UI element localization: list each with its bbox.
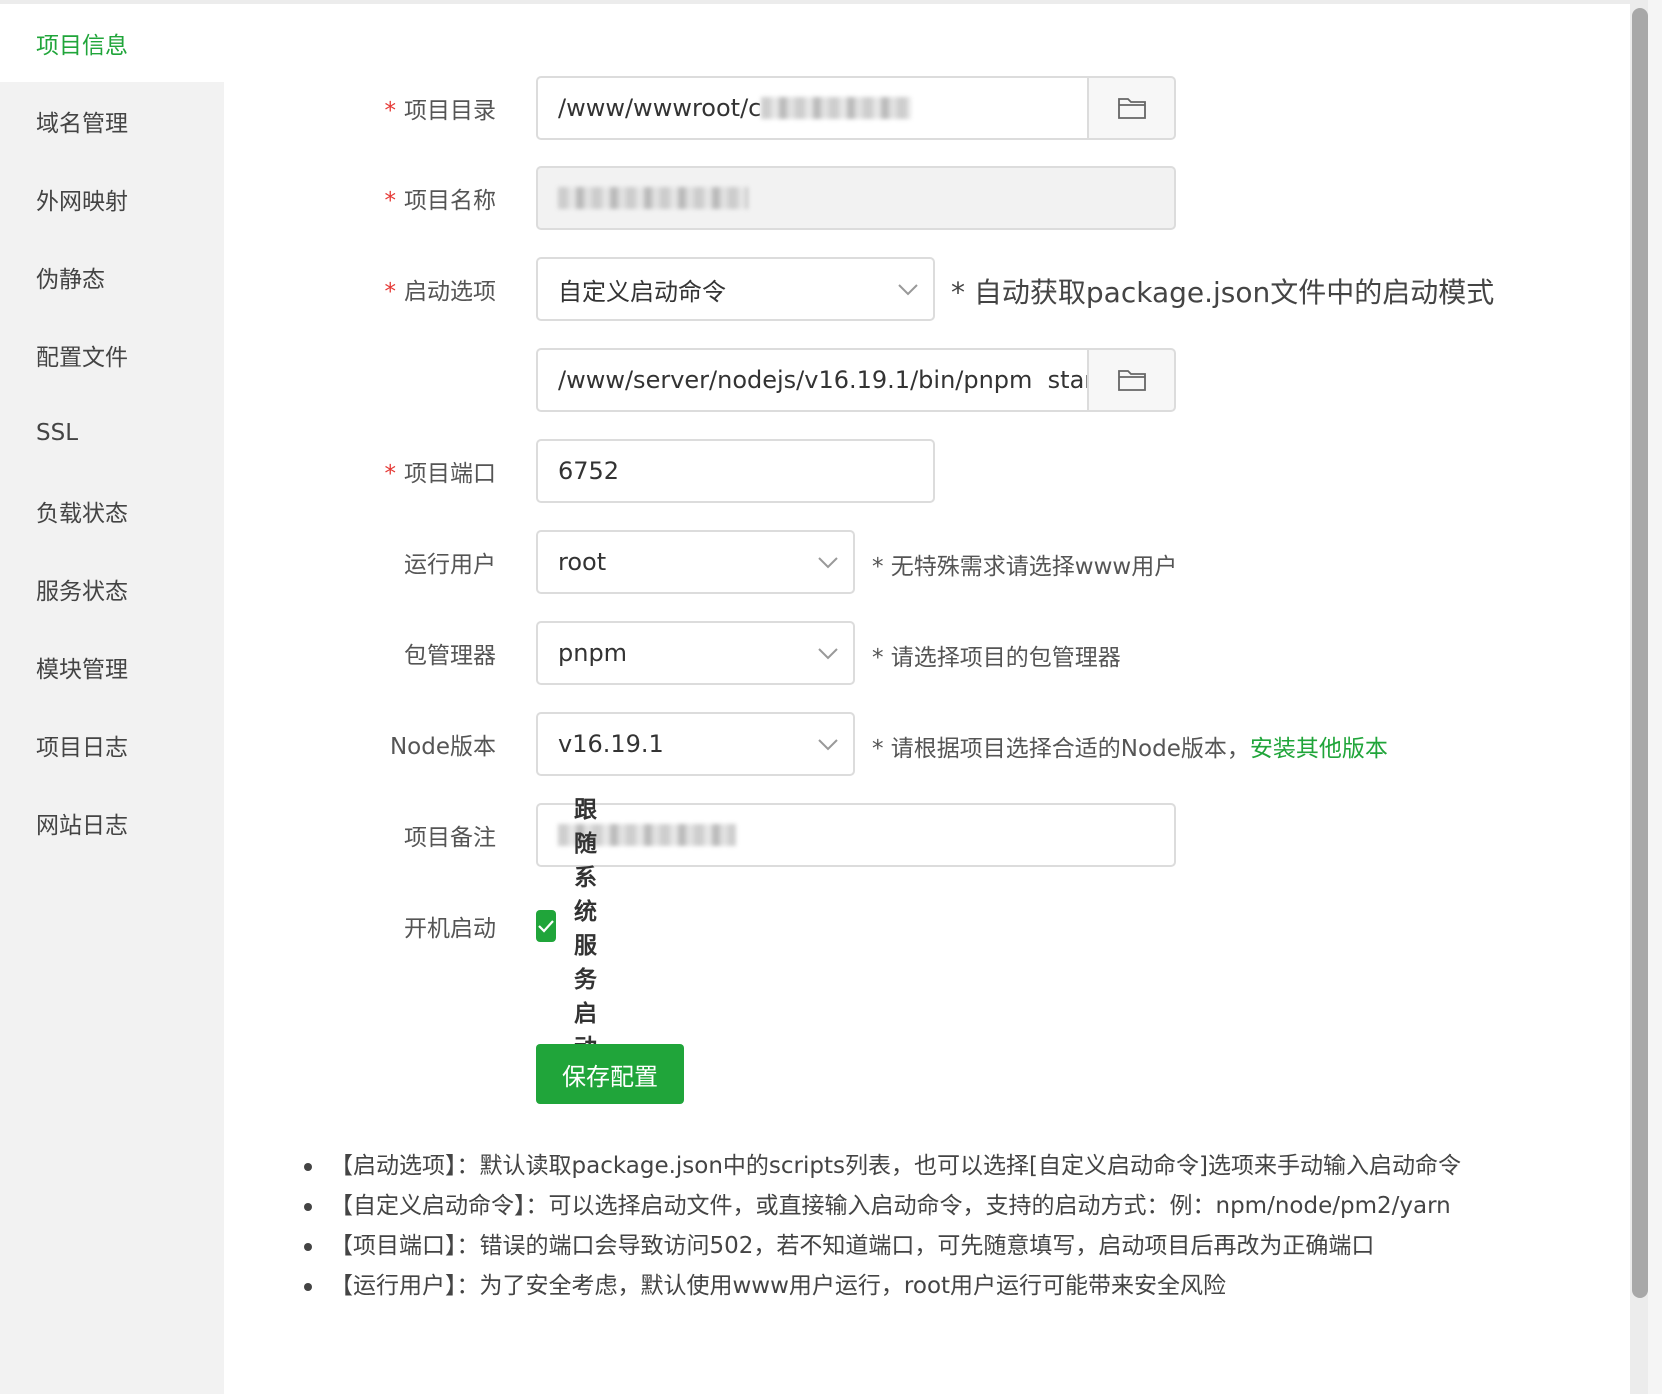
install-other-version-link[interactable]: 安装其他版本 [1250, 736, 1388, 762]
note-item: 【自定义启动命令】：可以选择启动文件，或直接输入启动命令，支持的启动方式：例：n… [304, 1186, 1461, 1226]
project-name-label: * 项目名称 [384, 188, 497, 214]
project-name-input[interactable] [536, 166, 1176, 230]
chevron-down-icon [898, 284, 918, 296]
chevron-down-icon [818, 557, 838, 569]
required-mark: * [384, 188, 397, 214]
start-command-input[interactable]: /www/server/nodejs/v16.19.1/bin/pnpm sta… [536, 348, 1089, 412]
required-mark: * [384, 279, 397, 305]
start-command-browse-button[interactable] [1089, 348, 1176, 412]
sidebar-item-project-info[interactable]: 项目信息 [0, 4, 224, 82]
sidebar-item-config-file[interactable]: 配置文件 [0, 316, 224, 394]
remark-input[interactable] [536, 803, 1176, 867]
start-option-hint: * 自动获取package.json文件中的启动模式 [951, 276, 1495, 309]
run-user-hint: * 无特殊需求请选择www用户 [872, 554, 1178, 580]
chevron-down-icon [818, 739, 838, 751]
sidebar-item-modules[interactable]: 模块管理 [0, 628, 224, 706]
node-version-hint: * 请根据项目选择合适的Node版本，安装其他版本 [872, 736, 1388, 762]
required-mark: * [384, 98, 397, 124]
project-dir-input[interactable]: /www/wwwroot/c [536, 76, 1089, 140]
sidebar: 项目信息 域名管理 外网映射 伪静态 配置文件 SSL 负载状态 服务状态 模块… [0, 4, 224, 1394]
chevron-down-icon [818, 648, 838, 660]
node-version-label: Node版本 [389, 734, 496, 760]
sidebar-item-domain[interactable]: 域名管理 [0, 82, 224, 160]
sidebar-item-site-log[interactable]: 网站日志 [0, 784, 224, 862]
port-input[interactable]: 6752 [536, 439, 935, 503]
package-manager-hint: * 请选择项目的包管理器 [872, 645, 1121, 671]
folder-icon [1117, 370, 1146, 391]
start-option-select[interactable]: 自定义启动命令 [536, 257, 935, 321]
project-dir-group: /www/wwwroot/c [536, 76, 1176, 140]
start-option-label: * 启动选项 [384, 279, 497, 305]
required-mark: * [384, 461, 397, 487]
start-command-group: /www/server/nodejs/v16.19.1/bin/pnpm sta… [536, 348, 1176, 412]
remark-label: 项目备注 [404, 825, 496, 851]
node-version-select[interactable]: v16.19.1 [536, 712, 855, 776]
sidebar-item-rewrite[interactable]: 伪静态 [0, 238, 224, 316]
redacted-blur [761, 97, 912, 119]
sidebar-item-ssl[interactable]: SSL [0, 394, 224, 472]
background-window-edge [1648, 0, 1662, 1394]
package-manager-select[interactable]: pnpm [536, 621, 855, 685]
autostart-checkbox[interactable] [536, 910, 556, 942]
note-item: 【运行用户】：为了安全考虑，默认使用www用户运行，root用户运行可能带来安全… [304, 1266, 1461, 1306]
autostart-control: 跟随系统服务启动 [536, 797, 609, 1061]
port-label: * 项目端口 [384, 461, 497, 487]
redacted-blur [558, 187, 748, 209]
package-manager-label: 包管理器 [404, 643, 496, 669]
sidebar-item-project-log[interactable]: 项目日志 [0, 706, 224, 784]
project-dir-label: * 项目目录 [384, 98, 497, 124]
autostart-checkbox-label[interactable]: 跟随系统服务启动 [574, 790, 609, 1062]
run-user-label: 运行用户 [404, 552, 496, 578]
help-notes: 【启动选项】：默认读取package.json中的scripts列表，也可以选择… [304, 1146, 1461, 1306]
save-config-button[interactable]: 保存配置 [536, 1044, 684, 1104]
sidebar-item-external-mapping[interactable]: 外网映射 [0, 160, 224, 238]
sidebar-item-load-status[interactable]: 负载状态 [0, 472, 224, 550]
note-item: 【项目端口】：错误的端口会导致访问502，若不知道端口，可先随意填写，启动项目后… [304, 1226, 1461, 1266]
sidebar-item-service-status[interactable]: 服务状态 [0, 550, 224, 628]
project-dir-browse-button[interactable] [1089, 76, 1176, 140]
folder-icon [1117, 98, 1146, 119]
checkmark-icon [538, 920, 554, 933]
scrollbar-thumb[interactable] [1632, 8, 1648, 1298]
autostart-label: 开机启动 [404, 916, 496, 942]
project-form: * 项目目录 /www/wwwroot/c * 项目名称 * 启动选项 自定义启动命令… [224, 4, 1630, 1394]
run-user-select[interactable]: root [536, 530, 855, 594]
note-item: 【启动选项】：默认读取package.json中的scripts列表，也可以选择… [304, 1146, 1461, 1186]
